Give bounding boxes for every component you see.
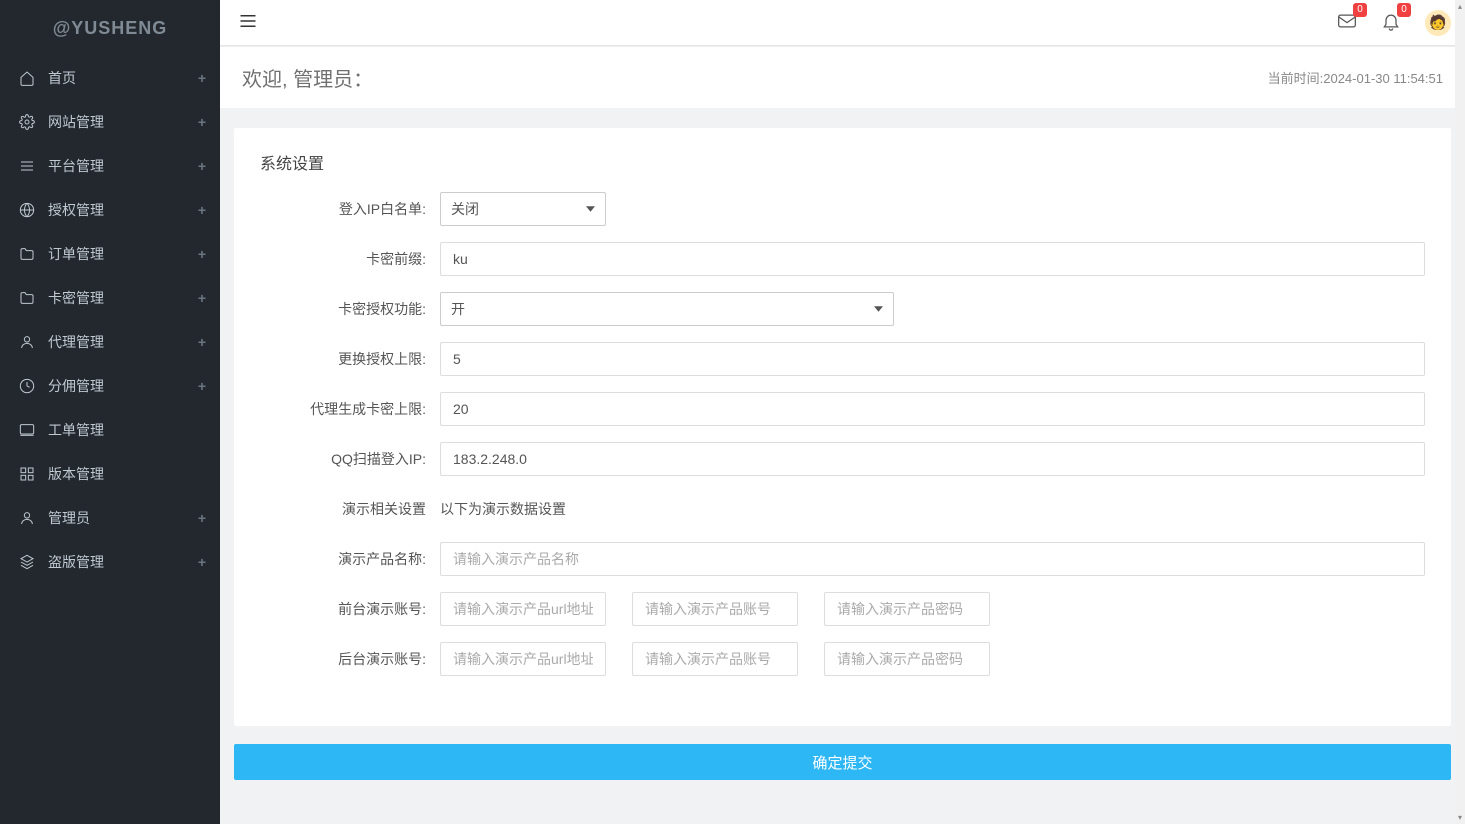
notifications-badge: 0 (1397, 3, 1411, 17)
back-demo-password-input[interactable] (824, 642, 990, 676)
sidebar-item-label: 管理员 (48, 508, 90, 528)
sidebar-item-auth-mgmt[interactable]: 授权管理 + (0, 188, 220, 232)
sidebar-item-ticket-mgmt[interactable]: 工单管理 (0, 408, 220, 452)
monitor-icon (18, 421, 36, 439)
sidebar-item-label: 版本管理 (48, 464, 104, 484)
folder-icon (18, 289, 36, 307)
field-label: 代理生成卡密上限: (260, 399, 440, 419)
user-icon (18, 333, 36, 351)
sidebar-item-label: 工单管理 (48, 420, 104, 440)
field-label: 卡密授权功能: (260, 299, 440, 319)
field-label: 演示相关设置 (260, 499, 440, 519)
panel-title: 系统设置 (260, 150, 1425, 174)
sidebar-item-agent-mgmt[interactable]: 代理管理 + (0, 320, 220, 364)
field-label: 演示产品名称: (260, 549, 440, 569)
scroll-down-icon: ▾ (1455, 813, 1465, 822)
back-demo-account-input[interactable] (632, 642, 798, 676)
menu-icon (238, 12, 258, 30)
expand-icon: + (198, 246, 206, 262)
front-demo-password-input[interactable] (824, 592, 990, 626)
sidebar-item-piracy-mgmt[interactable]: 盗版管理 + (0, 540, 220, 584)
card-auth-select[interactable]: 开 (440, 292, 894, 326)
agent-gen-limit-input[interactable] (440, 392, 1425, 426)
sidebar-item-label: 网站管理 (48, 112, 104, 132)
sidebar-item-label: 代理管理 (48, 332, 104, 352)
expand-icon: + (198, 70, 206, 86)
sidebar: @YUSHENG 首页 + 网站管理 + 平台管理 + 授权管理 + 订单管理 … (0, 0, 220, 824)
folder-icon (18, 245, 36, 263)
field-label: 卡密前缀: (260, 249, 440, 269)
expand-icon: + (198, 378, 206, 394)
sidebar-item-order-mgmt[interactable]: 订单管理 + (0, 232, 220, 276)
mail-badge: 0 (1353, 3, 1367, 17)
field-label: 登入IP白名单: (260, 199, 440, 219)
expand-icon: + (198, 114, 206, 130)
sidebar-item-label: 盗版管理 (48, 552, 104, 572)
expand-icon: + (198, 334, 206, 350)
sidebar-item-label: 授权管理 (48, 200, 104, 220)
expand-icon: + (198, 158, 206, 174)
submit-button[interactable]: 确定提交 (234, 744, 1451, 780)
settings-panel: 系统设置 登入IP白名单: 关闭 卡密前缀: 卡密 (234, 128, 1451, 726)
mail-button[interactable]: 0 (1337, 11, 1357, 34)
expand-icon: + (198, 510, 206, 526)
field-label: 后台演示账号: (260, 649, 440, 669)
grid-icon (18, 465, 36, 483)
front-demo-url-input[interactable] (440, 592, 606, 626)
topbar: 0 0 🧑 (220, 0, 1465, 46)
sidebar-item-home[interactable]: 首页 + (0, 56, 220, 100)
sidebar-item-label: 分佣管理 (48, 376, 104, 396)
demo-product-name-input[interactable] (440, 542, 1425, 576)
sidebar-item-label: 订单管理 (48, 244, 104, 264)
avatar[interactable]: 🧑 (1425, 10, 1451, 36)
front-demo-account-input[interactable] (632, 592, 798, 626)
welcome-greeting: 欢迎, 管理员： (242, 63, 373, 92)
field-label: 更换授权上限: (260, 349, 440, 369)
field-label: QQ扫描登入IP: (260, 449, 440, 469)
sidebar-item-site-mgmt[interactable]: 网站管理 + (0, 100, 220, 144)
sidebar-item-commission-mgmt[interactable]: 分佣管理 + (0, 364, 220, 408)
layers-icon (18, 553, 36, 571)
field-label: 前台演示账号: (260, 599, 440, 619)
sidebar-item-platform-mgmt[interactable]: 平台管理 + (0, 144, 220, 188)
sidebar-item-label: 首页 (48, 68, 76, 88)
toggle-sidebar-button[interactable] (234, 8, 262, 37)
ip-whitelist-select[interactable]: 关闭 (440, 192, 606, 226)
qq-scan-ip-input[interactable] (440, 442, 1425, 476)
scroll-up-icon: ▴ (1455, 2, 1465, 11)
expand-icon: + (198, 202, 206, 218)
sidebar-item-admin[interactable]: 管理员 + (0, 496, 220, 540)
expand-icon: + (198, 290, 206, 306)
clock-icon (18, 377, 36, 395)
gear-icon (18, 113, 36, 131)
sidebar-item-label: 卡密管理 (48, 288, 104, 308)
back-demo-url-input[interactable] (440, 642, 606, 676)
sidebar-item-label: 平台管理 (48, 156, 104, 176)
list-icon (18, 157, 36, 175)
notifications-button[interactable]: 0 (1381, 11, 1401, 34)
globe-icon (18, 201, 36, 219)
brand-logo: @YUSHENG (0, 0, 220, 56)
demo-section-text: 以下为演示数据设置 (440, 492, 566, 526)
expand-icon: + (198, 554, 206, 570)
home-icon (18, 69, 36, 87)
change-auth-limit-input[interactable] (440, 342, 1425, 376)
card-prefix-input[interactable] (440, 242, 1425, 276)
user-icon (18, 509, 36, 527)
scrollbar[interactable]: ▴ ▾ (1455, 0, 1465, 824)
current-time: 当前时间:2024-01-30 11:54:51 (1268, 68, 1443, 87)
sidebar-item-card-mgmt[interactable]: 卡密管理 + (0, 276, 220, 320)
sidebar-item-version-mgmt[interactable]: 版本管理 (0, 452, 220, 496)
welcome-bar: 欢迎, 管理员： 当前时间:2024-01-30 11:54:51 (220, 46, 1465, 108)
